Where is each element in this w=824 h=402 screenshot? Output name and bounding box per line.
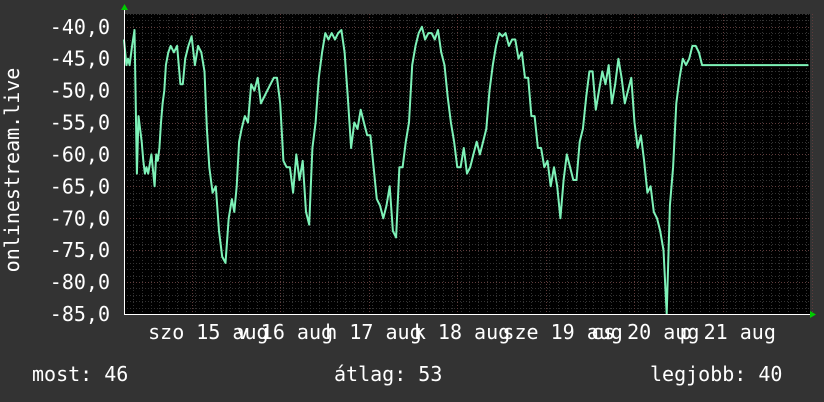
y-tick-label: -50,0 — [50, 79, 110, 103]
y-axis-label: onlinestream.live — [0, 68, 24, 273]
y-axis-arrow — [121, 4, 128, 10]
x-tick-label: h 17 aug — [325, 320, 421, 344]
stats-row: most: 46 átlag: 53 legjobb: 40 — [0, 362, 824, 392]
chart: -40,0 -45,0 -50,0 -55,0 -60,0 -65,0 -70,0 -75,0… — [0, 4, 816, 344]
x-tick-label: v 16 aug — [237, 320, 333, 344]
x-tick-label: k 18 aug — [414, 320, 510, 344]
y-tick-label: -70,0 — [50, 206, 110, 230]
x-axis-arrow — [810, 311, 816, 318]
x-tick-label: p 21 aug — [680, 320, 776, 344]
y-tick-labels: -40,0 -45,0 -50,0 -55,0 -60,0 -65,0 -70,0 -75,0… — [50, 15, 110, 326]
y-tick-label: -65,0 — [50, 174, 110, 198]
y-tick-label: -55,0 — [50, 111, 110, 135]
stat-average: átlag: 53 — [334, 362, 443, 386]
stat-current: most: 46 — [32, 362, 129, 386]
x-tick-labels: szo 15 augv 16 augh 17 augk 18 augsze 19… — [148, 320, 776, 344]
stat-best: legjobb: 40 — [650, 362, 783, 386]
y-tick-label: -40,0 — [50, 15, 110, 39]
y-tick-label: -80,0 — [50, 270, 110, 294]
y-tick-label: -85,0 — [50, 302, 110, 326]
y-tick-label: -60,0 — [50, 142, 110, 166]
y-tick-label: -75,0 — [50, 238, 110, 262]
y-tick-label: -45,0 — [50, 47, 110, 71]
